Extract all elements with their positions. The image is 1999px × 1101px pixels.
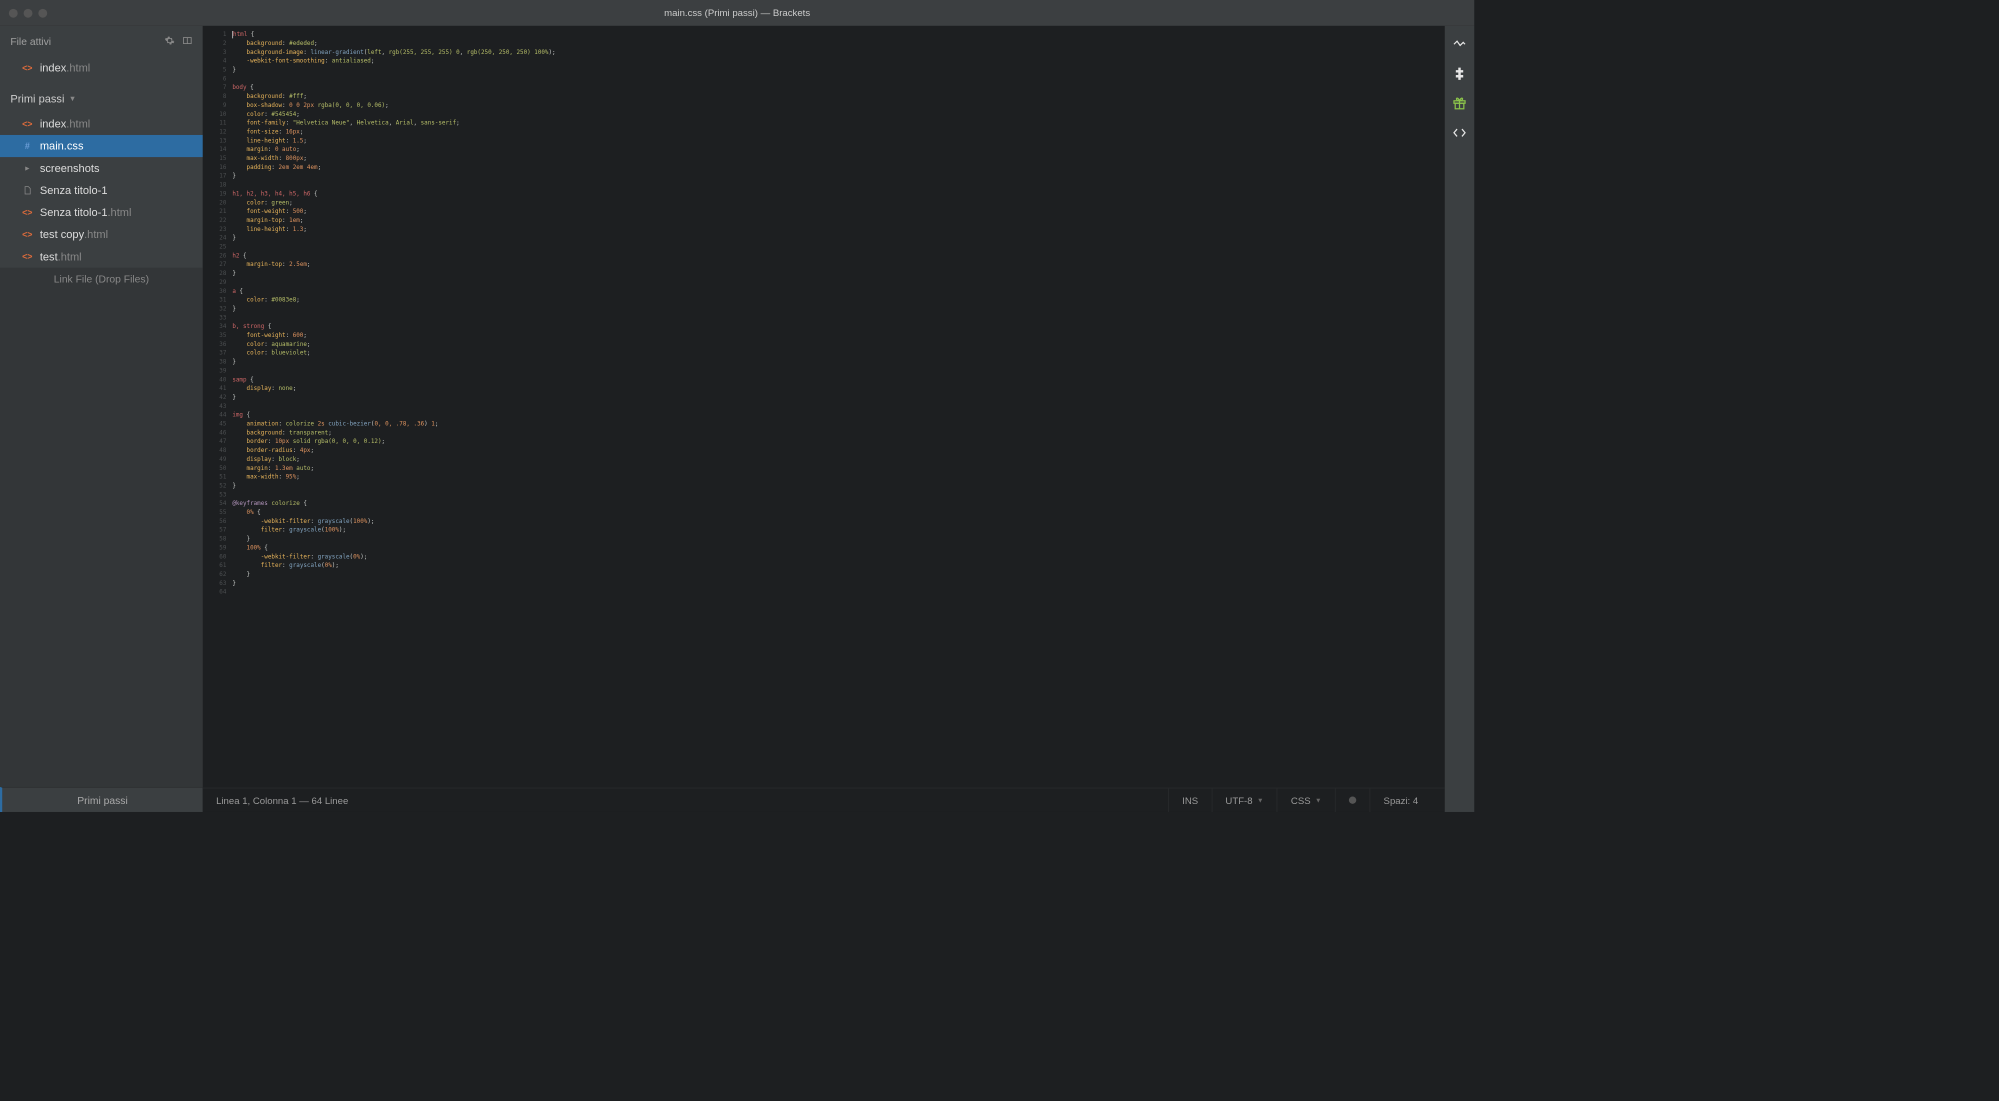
window-title: main.css (Primi passi) — Brackets (664, 7, 810, 18)
file-name: screenshots (40, 162, 100, 175)
file-name: index (40, 62, 66, 75)
lint-status-icon (1349, 797, 1356, 804)
minimize-window-icon[interactable] (24, 8, 33, 17)
working-files-header: File attivi (0, 26, 203, 57)
split-view-icon[interactable] (182, 35, 192, 48)
file-tree: <>index.html#main.css▸screenshotsSenza t… (0, 113, 203, 268)
file-extension: .html (66, 62, 90, 75)
code-area[interactable]: html { background: #ededed; background-i… (232, 30, 1444, 787)
file-tree-item[interactable]: Senza titolo-1 (0, 179, 203, 201)
link-file-drop[interactable]: Link File (Drop Files) (0, 268, 203, 290)
file-tree-item[interactable]: ▸ screenshots (0, 157, 203, 179)
document-icon (21, 185, 34, 195)
file-name: test copy (40, 228, 84, 241)
html-file-icon: <> (21, 207, 34, 217)
file-name: main (40, 140, 64, 153)
titlebar: main.css (Primi passi) — Brackets (0, 0, 1474, 26)
html-file-icon: <> (21, 251, 34, 261)
maximize-window-icon[interactable] (38, 8, 47, 17)
chevron-down-icon: ▼ (69, 95, 76, 103)
window-controls (0, 8, 47, 17)
file-tree-item[interactable]: <> index.html (0, 113, 203, 135)
folder-icon: ▸ (21, 164, 34, 172)
chevron-down-icon: ▼ (1257, 797, 1264, 804)
sidebar: File attivi <>index.html Primi passi ▼ <… (0, 26, 203, 812)
file-tree-item[interactable]: # main.css (0, 135, 203, 157)
file-extension: .css (64, 140, 84, 153)
code-editor[interactable]: 1234567891011121314151617181920212223242… (203, 26, 1445, 788)
file-extension: .html (66, 118, 90, 131)
file-extension: .html (84, 228, 108, 241)
file-tree-item[interactable]: <> Senza titolo-1.html (0, 201, 203, 223)
status-encoding[interactable]: UTF-8 ▼ (1211, 788, 1276, 812)
file-name: index (40, 118, 66, 131)
line-gutter: 1234567891011121314151617181920212223242… (203, 30, 233, 787)
project-name: Primi passi (10, 93, 64, 106)
status-encoding-label: UTF-8 (1225, 795, 1252, 806)
code-icon[interactable] (1451, 125, 1467, 141)
project-footer[interactable]: Primi passi (0, 787, 203, 812)
live-preview-icon[interactable] (1451, 36, 1467, 52)
file-tree-item[interactable]: <> test copy.html (0, 223, 203, 245)
file-extension: .html (107, 206, 131, 219)
working-file-item[interactable]: <> index.html (0, 57, 203, 79)
file-extension: .html (58, 250, 82, 263)
extension-manager-icon[interactable] (1451, 66, 1467, 82)
status-language[interactable]: CSS ▼ (1277, 788, 1335, 812)
css-file-icon: # (21, 141, 34, 151)
status-insert-mode[interactable]: INS (1168, 788, 1211, 812)
statusbar: Linea 1, Colonna 1 — 64 Linee INS UTF-8 … (203, 788, 1445, 812)
file-name: Senza titolo-1 (40, 184, 108, 197)
file-name: Senza titolo-1 (40, 206, 108, 219)
html-file-icon: <> (21, 229, 34, 239)
html-file-icon: <> (21, 63, 34, 73)
working-files-list: <> index.html (0, 57, 203, 85)
gift-icon[interactable] (1451, 95, 1467, 111)
working-files-label: File attivi (10, 35, 51, 47)
right-toolbar (1445, 26, 1475, 812)
file-name: test (40, 250, 58, 263)
file-tree-item[interactable]: <> test.html (0, 246, 203, 268)
gear-icon[interactable] (164, 35, 174, 48)
project-dropdown[interactable]: Primi passi ▼ (0, 85, 203, 113)
html-file-icon: <> (21, 119, 34, 129)
status-indent[interactable]: Spazi: 4 (1370, 788, 1432, 812)
status-cursor-position: Linea 1, Colonna 1 — 64 Linee (216, 795, 1168, 806)
status-language-label: CSS (1291, 795, 1311, 806)
editor-column: 1234567891011121314151617181920212223242… (203, 26, 1445, 812)
status-linting[interactable] (1335, 788, 1370, 812)
chevron-down-icon: ▼ (1315, 797, 1322, 804)
close-window-icon[interactable] (9, 8, 18, 17)
